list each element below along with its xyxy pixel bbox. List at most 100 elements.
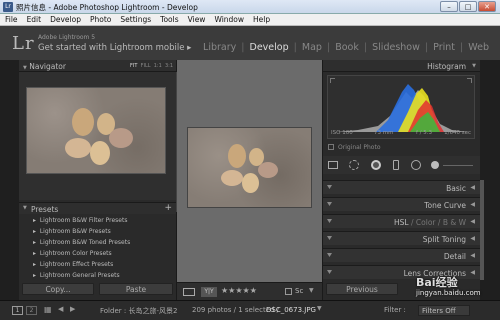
- menu-window[interactable]: Window: [209, 14, 248, 24]
- main-photo[interactable]: [188, 128, 311, 207]
- filter-dropdown[interactable]: Filters Off: [418, 305, 470, 316]
- identity-plate: Lr Adobe Lightroom 5 Get started with Li…: [0, 26, 500, 60]
- preset-folder[interactable]: ▸ Lightroom B&W Presets: [33, 228, 111, 235]
- version-label: Adobe Lightroom 5: [38, 34, 96, 41]
- zoom-1-1[interactable]: 1:1: [154, 63, 162, 69]
- before-after-icon[interactable]: Y|Y: [201, 287, 217, 297]
- graduated-filter-icon[interactable]: [393, 160, 399, 170]
- focal-length-label: 73 mm: [374, 130, 394, 136]
- tone-curve-panel-header[interactable]: Tone Curve ◀: [323, 197, 480, 211]
- window-titlebar: Lr 照片信息 - Adobe Photoshop Lightroom - De…: [0, 0, 500, 14]
- back-arrow-icon[interactable]: ◀: [58, 305, 63, 313]
- split-toning-panel-header[interactable]: Split Toning ◀: [323, 231, 480, 245]
- filter-label: Filter :: [384, 306, 406, 314]
- grid-view-icon[interactable]: ▦: [44, 305, 52, 314]
- detail-title: Detail: [443, 252, 466, 261]
- histogram-header[interactable]: Histogram ▼: [323, 60, 480, 72]
- shutter-label: 1/640 sec: [444, 130, 471, 136]
- navigator-title: Navigator: [29, 62, 66, 71]
- bw-tab[interactable]: B & W: [443, 218, 466, 227]
- menu-file[interactable]: File: [0, 14, 22, 24]
- histogram-graph[interactable]: ISO 100 73 mm f / 5.3 1/640 sec: [327, 75, 475, 139]
- second-window-button[interactable]: 2: [26, 306, 37, 315]
- menu-edit[interactable]: Edit: [22, 14, 46, 24]
- aperture-label: f / 5.3: [416, 130, 433, 136]
- window-title: 照片信息 - Adobe Photoshop Lightroom - Devel…: [16, 3, 198, 12]
- menu-view[interactable]: View: [183, 14, 210, 24]
- menu-develop[interactable]: Develop: [45, 14, 85, 24]
- presets-header[interactable]: ▼ Presets +: [19, 202, 176, 214]
- toolbar-menu-icon[interactable]: ▼: [309, 287, 314, 294]
- soft-proof-checkbox[interactable]: [285, 288, 292, 295]
- zoom-fit[interactable]: FIT: [130, 63, 137, 69]
- radial-filter-icon[interactable]: [411, 160, 421, 170]
- soft-proof-label: Sc: [295, 287, 304, 295]
- red-eye-icon[interactable]: [371, 160, 381, 170]
- spot-removal-icon[interactable]: [349, 160, 359, 170]
- file-menu-icon[interactable]: ▼: [317, 305, 322, 312]
- preset-folder[interactable]: ▸ Lightroom Color Presets: [33, 250, 112, 257]
- menu-tools[interactable]: Tools: [155, 14, 182, 24]
- watermark-url: jingyan.baidu.com: [416, 289, 481, 297]
- basic-panel-title: Basic: [446, 184, 466, 193]
- preset-folder[interactable]: ▸ Lightroom B&W Filter Presets: [33, 217, 127, 224]
- right-panel-scrollbar[interactable]: [480, 180, 484, 280]
- module-print[interactable]: Print: [432, 42, 456, 53]
- add-preset-icon[interactable]: +: [164, 203, 172, 213]
- maximize-button[interactable]: □: [459, 1, 477, 12]
- brush-slider[interactable]: [443, 165, 473, 166]
- shadow-clip-icon[interactable]: [330, 78, 335, 83]
- toolbar: Y|Y ★★★★★ Sc ▼: [177, 282, 322, 300]
- module-slideshow[interactable]: Slideshow: [371, 42, 421, 53]
- main-window-button[interactable]: 1: [12, 306, 23, 315]
- preset-folder[interactable]: ▸ Lightroom General Presets: [33, 272, 120, 279]
- detail-panel-header[interactable]: Detail ◀: [323, 248, 480, 262]
- original-photo-checkbox[interactable]: [328, 144, 334, 150]
- menu-settings[interactable]: Settings: [115, 14, 155, 24]
- crop-tool-icon[interactable]: [328, 161, 338, 169]
- paste-button[interactable]: Paste: [99, 283, 173, 295]
- zoom-fill[interactable]: FILL: [141, 63, 151, 69]
- hsl-panel-header[interactable]: HSL / Color / B & W ◀: [323, 214, 480, 228]
- folder-label[interactable]: Folder : 长岛之旅-风景2: [100, 306, 177, 316]
- app-icon: Lr: [3, 2, 13, 12]
- minimize-button[interactable]: –: [440, 1, 458, 12]
- previous-button[interactable]: Previous: [326, 283, 398, 295]
- menu-help[interactable]: Help: [248, 14, 274, 24]
- module-book[interactable]: Book: [334, 42, 360, 53]
- hsl-tab[interactable]: HSL: [394, 218, 409, 227]
- watermark: Bai经验 jingyan.baidu.com: [416, 274, 498, 304]
- zoom-3-1[interactable]: 3:1: [165, 63, 173, 69]
- basic-panel-header[interactable]: Basic ◀: [323, 180, 480, 194]
- navigator-preview[interactable]: [26, 87, 166, 174]
- module-map[interactable]: Map: [301, 42, 323, 53]
- forward-arrow-icon[interactable]: ▶: [70, 305, 75, 313]
- loupe-view-icon[interactable]: [183, 288, 195, 296]
- adjustment-brush-icon[interactable]: [431, 161, 439, 169]
- module-library[interactable]: Library: [202, 42, 237, 53]
- original-photo-label: Original Photo: [338, 144, 381, 151]
- tool-strip: [323, 156, 480, 174]
- copy-button[interactable]: Copy...: [22, 283, 94, 295]
- module-picker: Library | Develop | Map | Book | Slidesh…: [202, 42, 490, 53]
- loupe-view[interactable]: Y|Y ★★★★★ Sc ▼: [177, 60, 322, 300]
- presets-title: Presets: [31, 205, 59, 214]
- navigator-header[interactable]: ▼ Navigator FIT FILL 1:1 3:1: [19, 60, 176, 72]
- lightroom-logo: Lr: [12, 33, 35, 54]
- menu-bar: File Edit Develop Photo Settings Tools View Win…: [0, 14, 500, 26]
- module-develop[interactable]: Develop: [249, 42, 290, 53]
- preset-folder[interactable]: ▸ Lightroom B&W Toned Presets: [33, 239, 130, 246]
- right-panel: Histogram ▼ ISO 100 73 mm f / 5.3 1/640 …: [323, 60, 484, 300]
- tone-curve-title: Tone Curve: [424, 201, 466, 210]
- color-tab[interactable]: Color: [416, 218, 436, 227]
- module-web[interactable]: Web: [467, 42, 490, 53]
- rating-stars[interactable]: ★★★★★: [221, 286, 257, 295]
- close-button[interactable]: ✕: [478, 1, 496, 12]
- highlight-clip-icon[interactable]: [467, 78, 472, 83]
- preset-folder[interactable]: ▸ Lightroom Effect Presets: [33, 261, 113, 268]
- current-file-name: DSC_0673.JPG: [266, 306, 316, 314]
- menu-photo[interactable]: Photo: [85, 14, 115, 24]
- mobile-promo-link[interactable]: Get started with Lightroom mobile ▸: [38, 43, 191, 53]
- iso-label: ISO 100: [331, 130, 353, 136]
- watermark-brand: Bai经验: [416, 276, 458, 289]
